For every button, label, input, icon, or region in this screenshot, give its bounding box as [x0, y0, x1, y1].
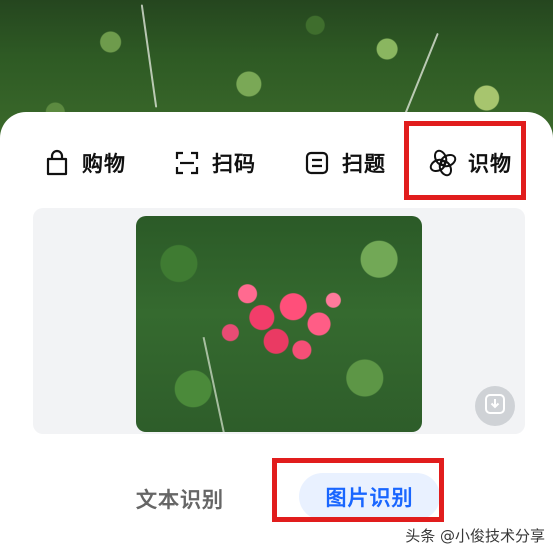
tab-scan-label: 扫码 [212, 152, 256, 176]
question-card-icon [302, 148, 332, 178]
highlight-box-image-mode [272, 458, 444, 522]
tab-scan[interactable]: 扫码 [172, 144, 256, 182]
highlight-box-identify [404, 121, 526, 200]
scan-frame-icon [172, 148, 202, 178]
tab-question[interactable]: 扫题 [302, 144, 386, 182]
tab-shop[interactable]: 购物 [42, 144, 126, 182]
background-branch [403, 32, 439, 118]
save-button[interactable] [475, 386, 515, 426]
tab-shop-label: 购物 [82, 152, 126, 176]
watermark-text: 头条 @小俊技术分享 [405, 527, 545, 545]
shopping-bag-icon [42, 148, 72, 178]
watermark: 头条 @小俊技术分享 [405, 525, 545, 546]
flower-photo [136, 216, 422, 432]
background-branch [140, 4, 158, 108]
photo-stem [202, 336, 228, 432]
mode-text-recognition[interactable]: 文本识别 [136, 484, 224, 514]
tab-question-label: 扫题 [342, 152, 386, 176]
download-icon [483, 392, 507, 420]
